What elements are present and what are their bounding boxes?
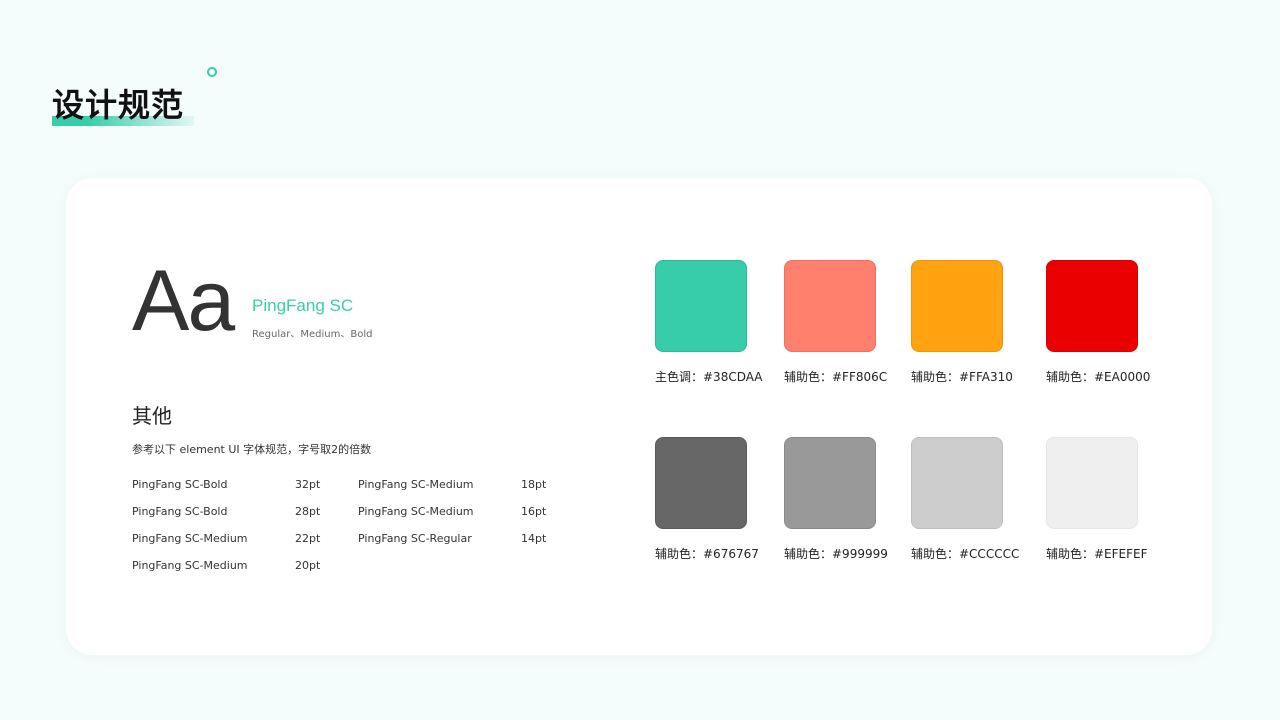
font-weights: Regular、Medium、Bold: [252, 329, 373, 340]
swatch-label: 辅助色：#EFEFEF: [1046, 547, 1148, 561]
title-dot-decoration: [207, 67, 217, 77]
swatch-color: [784, 260, 876, 352]
font-name: PingFang SC: [252, 296, 354, 315]
spec-font-size: 32pt: [295, 478, 321, 491]
spec-font-name: PingFang SC-Bold: [132, 478, 228, 491]
swatch-label: 主色调：#38CDAA: [655, 370, 763, 384]
swatch-label: 辅助色：#676767: [655, 547, 759, 561]
section-description: 参考以下 element UI 字体规范，字号取2的倍数: [132, 443, 372, 456]
page-title: 设计规范: [52, 86, 185, 124]
spec-font-size: 28pt: [295, 505, 321, 518]
font-sample: Aa: [132, 253, 235, 349]
swatch-color: [655, 260, 747, 352]
color-swatch-secondary: 辅助色：#CCCCCC: [911, 437, 1061, 567]
spec-font-name: PingFang SC-Bold: [132, 505, 228, 518]
spec-font-name: PingFang SC-Medium: [132, 559, 248, 572]
swatch-color: [1046, 437, 1138, 529]
page-header: 设计规范: [52, 78, 212, 130]
color-swatch-secondary: 辅助色：#FFA310: [911, 260, 1061, 390]
swatch-label: 辅助色：#FFA310: [911, 370, 1013, 384]
spec-font-size: 14pt: [521, 532, 547, 545]
section-title: 其他: [132, 404, 172, 428]
swatch-label: 辅助色：#999999: [784, 547, 888, 561]
spec-font-size: 16pt: [521, 505, 547, 518]
design-spec-card: Aa PingFang SC Regular、Medium、Bold 其他 参考…: [66, 178, 1212, 655]
swatch-color: [784, 437, 876, 529]
swatch-color: [1046, 260, 1138, 352]
spec-font-name: PingFang SC-Regular: [358, 532, 472, 545]
spec-font-name: PingFang SC-Medium: [132, 532, 248, 545]
spec-font-name: PingFang SC-Medium: [358, 505, 474, 518]
spec-font-size: 20pt: [295, 559, 321, 572]
swatch-color: [655, 437, 747, 529]
swatch-color: [911, 260, 1003, 352]
color-swatch-primary: 主色调：#38CDAA: [655, 260, 805, 390]
color-swatch-secondary: 辅助色：#EA0000: [1046, 260, 1196, 390]
swatch-label: 辅助色：#EA0000: [1046, 370, 1151, 384]
spec-font-size: 22pt: [295, 532, 321, 545]
swatch-label: 辅助色：#FF806C: [784, 370, 888, 384]
swatch-color: [911, 437, 1003, 529]
spec-font-name: PingFang SC-Medium: [358, 478, 474, 491]
color-swatch-secondary: 辅助色：#676767: [655, 437, 805, 567]
color-swatch-secondary: 辅助色：#EFEFEF: [1046, 437, 1196, 567]
swatch-label: 辅助色：#CCCCCC: [911, 547, 1020, 561]
spec-font-size: 18pt: [521, 478, 547, 491]
